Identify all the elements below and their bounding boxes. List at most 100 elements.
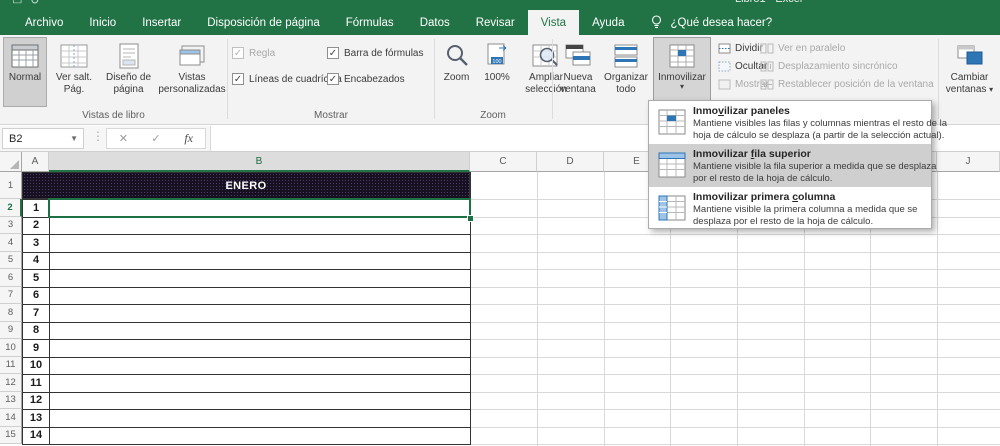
enter-icon[interactable]: ✓	[140, 132, 173, 145]
tab-ayuda[interactable]: Ayuda	[579, 10, 637, 35]
column-header-a[interactable]: A	[22, 152, 49, 172]
tell-me-label: ¿Qué desea hacer?	[670, 16, 773, 29]
cell-a14[interactable]: 13	[23, 409, 49, 427]
zoom-button[interactable]: Zoom	[437, 37, 476, 107]
zoom-100-icon: 100	[485, 42, 509, 70]
dropdown-caret: ▾	[679, 82, 684, 91]
row-header-11[interactable]: 11	[0, 356, 22, 374]
checkbox-barra-de-formulas[interactable]: ✓ Barra de fórmulas	[327, 47, 423, 59]
row-header-2[interactable]: 2	[0, 199, 22, 217]
tab-revisar[interactable]: Revisar	[463, 10, 528, 35]
row-header-8[interactable]: 8	[0, 304, 22, 322]
cancel-icon[interactable]: ✕	[107, 132, 140, 145]
name-box[interactable]: B2 ▼	[2, 128, 84, 149]
column-header-d[interactable]: D	[537, 152, 604, 172]
insert-function-icon[interactable]: fx	[172, 131, 205, 146]
cell-a3[interactable]: 2	[23, 217, 49, 235]
fill-handle[interactable]	[467, 215, 474, 222]
row-header-12[interactable]: 12	[0, 374, 22, 392]
group-separator	[434, 39, 435, 119]
page-break-preview-button[interactable]: Ver salt. Pág.	[48, 37, 100, 107]
freeze-panes-button[interactable]: Inmovilizar ▾	[653, 37, 711, 102]
view-side-by-side-button[interactable]: Ver en paralelo	[760, 43, 845, 54]
cell-a8[interactable]: 7	[23, 304, 49, 322]
column-header-b[interactable]: B	[49, 152, 470, 172]
row-header-10[interactable]: 10	[0, 339, 22, 357]
selected-cell-b2[interactable]	[48, 198, 471, 218]
checkbox-encabezados[interactable]: ✓ Encabezados	[327, 73, 405, 85]
merged-title-cell[interactable]: ENERO	[22, 172, 470, 199]
excel-window: ▭↺ Libro1 - Excel Archivo Inicio Inserta…	[0, 0, 1000, 446]
checkbox-icon: ✓	[232, 47, 244, 59]
cell-a11[interactable]: 10	[23, 357, 49, 375]
cell-a6[interactable]: 5	[23, 269, 49, 287]
row-header-1[interactable]: 1	[0, 172, 22, 199]
tab-datos[interactable]: Datos	[407, 10, 463, 35]
new-window-button[interactable]: Nueva ventana	[556, 37, 600, 107]
cell-a5[interactable]: 4	[23, 252, 49, 270]
column-header-c[interactable]: C	[470, 152, 537, 172]
cell-a7[interactable]: 6	[23, 287, 49, 305]
page-layout-view-button[interactable]: Diseño de página	[101, 37, 156, 107]
switch-windows-button[interactable]: Cambiar ventanas ▾	[941, 37, 998, 107]
quick-access-toolbar[interactable]: ▭↺	[12, 0, 48, 7]
group-label-mostrar: Mostrar	[314, 110, 348, 121]
reset-window-position-button[interactable]: Restablecer posición de la ventana	[760, 79, 934, 90]
formula-buttons: ✕ ✓ fx	[106, 128, 206, 149]
arrange-all-button[interactable]: Organizar todo	[601, 37, 651, 107]
checkbox-lineas-de-cuadricula[interactable]: ✓ Líneas de cuadrícula	[232, 73, 342, 85]
menu-item-freeze-first-column[interactable]: Inmovilizar primera columna Mantiene vis…	[649, 187, 931, 230]
cell-a10[interactable]: 9	[23, 339, 49, 357]
row-header-9[interactable]: 9	[0, 321, 22, 339]
menu-item-freeze-top-row[interactable]: Inmovilizar fila superior Mantiene visib…	[649, 144, 936, 187]
group-label-zoom: Zoom	[480, 110, 506, 121]
synchronous-scrolling-button[interactable]: Desplazamiento sincrónico	[760, 61, 898, 72]
tab-inicio[interactable]: Inicio	[76, 10, 129, 35]
gridline	[470, 444, 1000, 445]
svg-text:100: 100	[492, 59, 501, 65]
row-header-7[interactable]: 7	[0, 286, 22, 304]
switch-windows-icon	[955, 42, 985, 70]
undo-icon[interactable]: ↺	[30, 0, 47, 7]
tab-disposicion[interactable]: Disposición de página	[194, 10, 333, 35]
row-header-3[interactable]: 3	[0, 216, 22, 234]
table-border	[22, 304, 471, 305]
column-header-j[interactable]: J	[937, 152, 1000, 172]
gridline	[470, 409, 1000, 410]
cell-a4[interactable]: 3	[23, 234, 49, 252]
split-button[interactable]: Dividir	[718, 43, 763, 54]
row-header-5[interactable]: 5	[0, 251, 22, 269]
freeze-panes-icon	[668, 42, 696, 70]
select-all-corner[interactable]	[0, 152, 22, 172]
row-header-14[interactable]: 14	[0, 409, 22, 427]
checkbox-regla[interactable]: ✓ Regla	[232, 47, 275, 59]
tab-insertar[interactable]: Insertar	[129, 10, 194, 35]
row-header-4[interactable]: 4	[0, 234, 22, 252]
cell-a12[interactable]: 11	[23, 374, 49, 392]
title-bar: ▭↺ Libro1 - Excel	[0, 0, 1000, 10]
row-header-15[interactable]: 15	[0, 426, 22, 444]
tab-vista[interactable]: Vista	[527, 10, 580, 35]
name-box-caret-icon[interactable]: ▼	[70, 134, 78, 143]
row-header-13[interactable]: 13	[0, 391, 22, 409]
tab-archivo[interactable]: Archivo	[12, 10, 76, 35]
page-break-preview-icon	[60, 42, 88, 70]
cell-a9[interactable]: 8	[23, 322, 49, 340]
group-label-vistas-de-libro: Vistas de libro	[82, 110, 145, 121]
zoom-100-button[interactable]: 100 100%	[477, 37, 517, 107]
checkbox-icon: ✓	[327, 47, 339, 59]
tell-me-search[interactable]: ¿Qué desea hacer?	[637, 10, 772, 35]
row-header-6[interactable]: 6	[0, 269, 22, 287]
normal-view-button[interactable]: Normal	[3, 37, 47, 107]
cell-a15[interactable]: 14	[23, 427, 49, 445]
group-separator	[938, 39, 939, 119]
tab-formulas[interactable]: Fórmulas	[333, 10, 407, 35]
cell-a2[interactable]: 1	[23, 199, 49, 217]
gridline	[470, 269, 1000, 270]
custom-views-button[interactable]: Vistas personalizadas	[157, 37, 227, 107]
cell-a13[interactable]: 12	[23, 392, 49, 410]
save-icon[interactable]: ▭	[12, 0, 30, 7]
page-layout-view-icon	[118, 42, 140, 70]
table-border	[22, 426, 471, 428]
menu-item-freeze-panes[interactable]: Inmovilizar paneles Mantiene visibles la…	[649, 101, 947, 144]
